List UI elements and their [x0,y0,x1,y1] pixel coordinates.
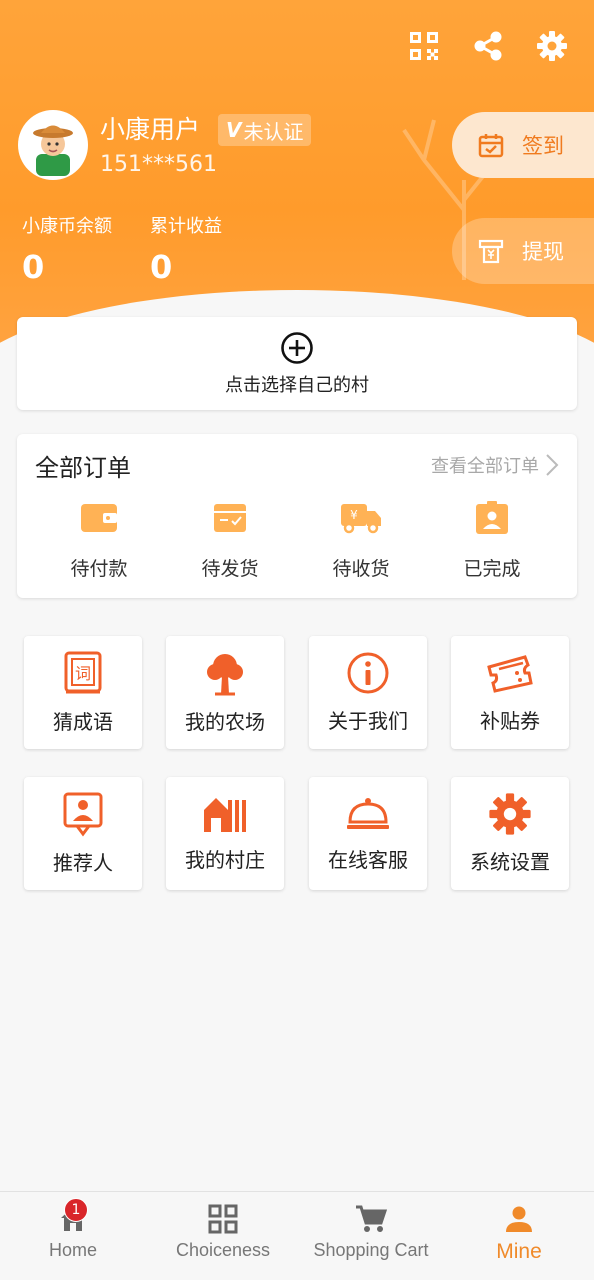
orders-card: 全部订单 查看全部订单 待付款 待发货 ¥ 待收货 已完成 [17,434,577,598]
order-completed[interactable]: 已完成 [432,500,552,581]
tab-home[interactable]: 1 Home [36,1198,110,1261]
view-all-orders-link[interactable]: 查看全部订单 [431,452,559,478]
info-icon [347,652,389,694]
grid-idiom-game-label: 猜成语 [53,710,113,734]
village-icon [204,798,246,832]
total-earnings-label: 累计收益 [150,216,222,237]
share-icon[interactable] [470,28,506,64]
svg-text:词: 词 [75,664,91,683]
profile-header: 小康用户 V 未认证 151***561 小康币余额 0 累计收益 0 签到 提… [0,0,594,350]
grid-subsidy-coupon[interactable]: 补贴券 [451,636,569,749]
grid-subsidy-coupon-label: 补贴券 [480,709,540,733]
grid-online-service-label: 在线客服 [328,848,408,872]
cart-icon [356,1205,387,1232]
tab-choiceness[interactable]: Choiceness [170,1204,276,1261]
checkin-button[interactable]: 签到 [452,112,594,178]
phone-number: 151***561 [100,152,217,177]
verification-badge[interactable]: V 未认证 [218,114,312,146]
grid-system-settings-label: 系统设置 [470,850,550,874]
verify-mark: V [226,118,242,142]
checkin-label: 签到 [522,134,564,158]
ticket-icon [487,655,533,693]
select-village-card[interactable]: 点击选择自己的村 [17,317,577,410]
qr-code-icon[interactable] [406,28,442,64]
delivery-truck-icon: ¥ [341,504,381,534]
farmer-avatar-icon [33,125,73,176]
grid-my-village-label: 我的村庄 [185,848,265,872]
select-village-label: 点击选择自己的村 [225,374,369,396]
idiom-book-icon: 词 [64,651,102,694]
grid-my-farm[interactable]: 我的农场 [166,636,284,749]
tab-mine[interactable]: Mine [488,1204,550,1264]
service-bell-icon [347,798,389,829]
order-pending-payment[interactable]: 待付款 [39,500,159,581]
coin-balance-label: 小康币余额 [22,216,112,237]
gear-icon [489,793,531,835]
grid-about-us[interactable]: 关于我们 [309,636,427,749]
tab-shopping-cart[interactable]: Shopping Cart [304,1204,438,1261]
tab-shopping-cart-label: Shopping Cart [313,1240,429,1260]
grid-icon [208,1204,238,1234]
tab-home-label: Home [48,1240,97,1260]
grid-my-village[interactable]: 我的村庄 [166,777,284,890]
grid-system-settings[interactable]: 系统设置 [451,777,569,890]
order-pending-payment-label: 待付款 [70,558,128,580]
tree-icon [207,654,243,696]
order-completed-label: 已完成 [463,558,521,580]
svg-text:¥: ¥ [350,508,358,522]
home-notification-badge: 1 [64,1198,88,1222]
person-icon [506,1206,532,1232]
grid-my-farm-label: 我的农场 [185,710,265,734]
orders-title: 全部订单 [35,454,131,482]
order-pending-receipt-label: 待收货 [332,558,390,580]
withdraw-button[interactable]: 提现 [452,218,594,284]
grid-about-us-label: 关于我们 [328,709,408,733]
order-pending-shipment[interactable]: 待发货 [170,500,290,581]
avatar[interactable] [18,110,88,180]
wallet-icon [81,504,117,532]
tab-choiceness-label: Choiceness [175,1240,271,1260]
order-pending-shipment-label: 待发货 [201,558,259,580]
verification-status: 未认证 [243,119,304,144]
referrer-icon [63,792,103,837]
coin-balance-value: 0 [22,248,45,286]
package-icon [214,504,246,532]
grid-referrer-label: 推荐人 [53,851,113,875]
withdraw-label: 提现 [522,240,564,264]
username: 小康用户 [100,115,201,144]
chevron-right-icon [546,454,559,476]
total-earnings-value: 0 [150,248,173,286]
settings-gear-icon[interactable] [534,28,570,64]
calendar-check-icon [478,134,504,158]
tab-mine-label: Mine [496,1240,542,1263]
withdraw-cash-icon [478,239,504,264]
add-circle-icon [281,331,313,364]
grid-idiom-game[interactable]: 词 猜成语 [24,636,142,749]
view-all-orders-label: 查看全部订单 [431,456,539,477]
completed-badge-icon [476,501,508,534]
grid-online-service[interactable]: 在线客服 [309,777,427,890]
grid-referrer[interactable]: 推荐人 [24,777,142,890]
order-pending-receipt[interactable]: ¥ 待收货 [301,500,421,581]
bottom-tab-bar: 1 Home Choiceness Shopping Cart Mine [0,1191,594,1280]
